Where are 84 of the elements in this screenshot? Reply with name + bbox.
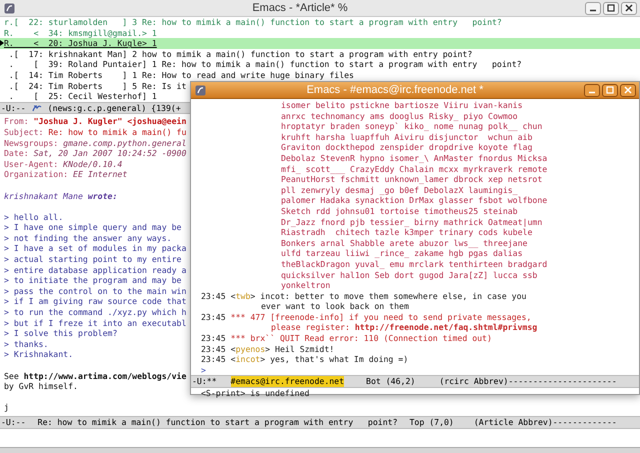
maximize-button[interactable] <box>602 84 618 96</box>
maximize-icon <box>606 86 614 94</box>
summary-line[interactable]: .[ 24: Tim Roberts ] 5 Re: Is it <box>0 80 186 92</box>
gnus-icon <box>32 104 42 112</box>
timestamp: 23:45 <box>201 290 226 302</box>
close-icon <box>624 86 632 94</box>
quoted-line: > if I am giving raw source code that <box>4 296 186 306</box>
summary-line[interactable]: r.[ 22: sturlamolden ] 3 Re: how to mimik a main() function to start a program with entry point? <box>0 17 502 28</box>
nick-list-line: Riastradh chitech tazle k3mper trinary cods kubele <box>281 227 532 238</box>
timestamp: 23:45 <box>201 344 226 354</box>
header-value: EE Internet <box>73 169 128 180</box>
nick-list-line: theBlackDragon yuval_ emu mrclark tenthirteen bradgard <box>281 258 548 269</box>
maximize-icon <box>607 4 615 12</box>
timestamp: 23:45 <box>201 312 226 322</box>
window-title: Emacs - #emacs@irc.freenode.net * <box>306 82 484 98</box>
nick-list-line: kruhft harsha luapffuh Aiviru disjunctor wchun aib <box>281 132 532 142</box>
input-prompt[interactable]: > <box>201 364 206 375</box>
nick-list-line: Sketch rdd johnsu01 tortoise timotheus25 steinab <box>281 206 518 216</box>
attribution-line: krishnakant Mane wrote: <box>4 190 118 200</box>
echo-message: <S-print> is undefined <box>201 388 310 398</box>
quoted-line: > actual starting point to my entire <box>4 254 182 264</box>
quoted-line: > to run the command ./xyz.py which h <box>4 307 186 318</box>
summary-line[interactable]: .[ 17: krishnakant Man] 2 how to mimik a main() function to start a program with entry point? <box>0 48 472 60</box>
quoted-line: > I have a set of modules in my packa <box>4 243 186 254</box>
quoted-line: > entire database application ready a <box>4 264 186 275</box>
timestamp: 23:45 <box>201 354 226 365</box>
cursor-arrow-icon <box>0 40 4 46</box>
header-value: Re: how to mimik a main() fu <box>48 126 186 137</box>
summary-line[interactable]: .[ 14: Tim Roberts ] 1 Re: How to read and write huge binary files <box>0 70 354 81</box>
close-button[interactable] <box>621 2 637 14</box>
nick-list-line: Dr_Jazz fnord pjb tessier_ birny mathrick Oatmeat|umn <box>281 216 542 227</box>
nick-list-line: mfi_ scott___ CrazyEddy Chalain mcxx myrkraverk remote <box>281 164 548 174</box>
nick-list-line: PeanutHorst fschmitt unknown_lamer dbrock xep netsrot <box>281 174 542 184</box>
chat-message: <incot> yes, that's what Im doing =) <box>230 354 408 365</box>
quoted-line: > to initiate the program and may be <box>4 275 182 286</box>
header-value: KNode/0.10.4 <box>63 158 122 169</box>
summary-line[interactable]: . [ 39: Roland Puntaier] 1 Re: how to mimik a main() function to start a program with entry point? <box>0 59 522 70</box>
server-notice: *** 477 [freenode-info] if you need to send private messages, <box>230 312 532 322</box>
app-icon[interactable] <box>4 2 15 14</box>
server-notice: *** brx`` QUIT Read error: 110 (Connection timed out) <box>230 333 492 344</box>
chat-message: <pyenos> Heil Szmidt! <box>230 344 334 354</box>
minimize-button[interactable] <box>585 2 601 14</box>
chat-message: <twb> incot: better to move them somewhere else, in case you <box>230 290 526 302</box>
body-line: j <box>4 402 9 412</box>
header-label: User-Agent: <box>4 158 58 169</box>
close-button[interactable] <box>620 84 636 96</box>
timestamp: 23:45 <box>201 333 226 344</box>
nick-list-line: yonkeltron <box>281 280 330 290</box>
nick-list-line: palomer Hadaka synacktion DrMax glasser fsbot wolfbone <box>281 195 548 206</box>
nick-list-line: pll zenwryly desmaj _go b0ef DebolazX laumingis_ <box>281 184 518 195</box>
summary-line[interactable]: . [ 25: Cecil Westerhof] 1 <box>0 91 157 102</box>
nick-list-line: isomer belito pstickne bartiosze Viiru ivan-kanis <box>281 100 523 110</box>
nick-list-line: ulfd tarzeau liiwi _rince_ zakame hgb pgas dalias <box>281 248 523 258</box>
quoted-line: > I solve this problem? <box>4 328 118 338</box>
minimize-button[interactable] <box>584 84 600 96</box>
nick-list-line: Debolaz StevenR hypno isomer_\ AnMaster fnordus Micksa <box>281 152 548 163</box>
header-value: Sat, 20 Jan 2007 10:24:52 -0900 <box>34 148 186 158</box>
maximize-button[interactable] <box>603 2 619 14</box>
server-notice: please register: http://freenode.net/faq.shtml#privmsg <box>271 322 538 332</box>
nick-list-line: Bonkers arnal Shabble arete abuzor lws__ threejane <box>281 238 528 248</box>
header-value: gmane.comp.python.general <box>63 138 186 148</box>
quoted-line: > but if I freze it into an executabl <box>4 318 186 328</box>
chat-message: ever want to look back on them <box>261 301 409 312</box>
quoted-line: > hello all. <box>4 212 64 222</box>
header-label: From: <box>4 116 29 126</box>
quoted-line: > pass the control on to the main win <box>4 286 186 296</box>
header-label: Subject: <box>4 126 44 137</box>
window-title: Emacs - *Article* % <box>252 0 348 16</box>
header-label: Organization: <box>4 169 68 180</box>
header-value: "Joshua J. Kugler" <joshua@eein <box>34 116 186 126</box>
quoted-line: > not finding the answer any ways. <box>4 232 172 243</box>
body-line: by GvR himself. <box>4 381 78 392</box>
close-icon <box>625 4 633 12</box>
app-icon[interactable] <box>195 84 206 96</box>
nick-list-line: quicksilver hal1on Seb dort gugod Jara[zZ] lucca ssb <box>281 270 538 280</box>
summary-line[interactable]: R. < 34: kmsmgill@gmail.> 1 <box>0 28 157 38</box>
quoted-line: > thanks. <box>4 338 48 349</box>
nick-list-line: hroptatyr braden soneyp` kiko_ nome nunag polk__ chun <box>281 121 542 132</box>
header-label: Date: <box>4 148 29 158</box>
quoted-line: > I have one simple query and may be <box>4 222 182 232</box>
header-label: Newsgroups: <box>4 138 58 148</box>
body-line: See http://www.artima.com/weblogs/vie <box>4 370 186 381</box>
nick-list-line: Graviton dockthepod zenspider dropdrive koyote flag <box>281 142 532 152</box>
quoted-line: > Krishnakant. <box>4 349 74 360</box>
